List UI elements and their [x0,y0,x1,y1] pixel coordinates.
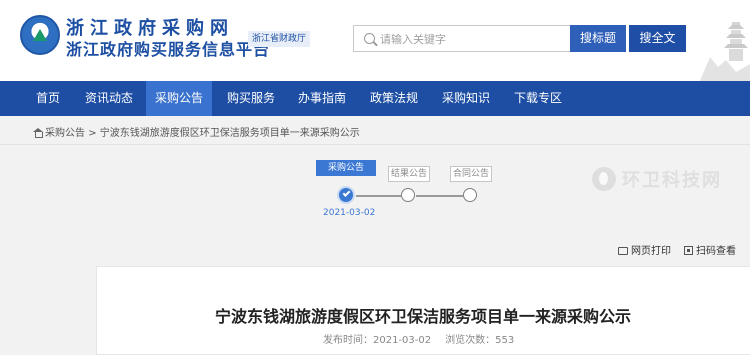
qr-label: 扫码查看 [696,246,736,257]
article-title: 宁波东钱湖旅游度假区环卫保洁服务项目单一来源采购公示 [214,307,631,326]
nav-item-knowledge[interactable]: 采购知识 [434,81,498,116]
nav-item-policy[interactable]: 政策法规 [362,81,426,116]
site-logo-icon[interactable] [20,15,60,55]
watermark-logo-icon [592,167,616,191]
pagoda-decoration-icon [700,22,750,81]
print-label: 网页打印 [631,246,671,257]
search-title-button[interactable]: 搜标题 [570,25,626,52]
step-dot-procurement[interactable] [337,186,355,204]
search-input[interactable] [380,30,560,48]
nav-item-purchase-service[interactable]: 购买服务 [219,81,283,116]
main-nav: 首页 资讯动态 采购公告 购买服务 办事指南 政策法规 采购知识 下载专区 [0,81,750,116]
step-tag-procurement[interactable]: 采购公告 [316,160,376,176]
step-tag-contract[interactable]: 合同公告 [450,166,492,182]
check-icon [342,189,351,197]
qr-view-button[interactable]: 扫码查看 [684,242,736,257]
article-meta: 发布时间：2021-03-02 浏览次数：553 [323,331,518,346]
nav-item-news[interactable]: 资讯动态 [78,81,140,116]
print-page-button[interactable]: 网页打印 [618,242,671,257]
region-badge: 浙江省财政厅 [248,31,311,47]
step-date: 2021-03-02 [323,208,376,218]
search-box [353,25,571,52]
step-dot-result[interactable] [401,188,415,202]
breadcrumb-link-notice[interactable]: 采购公告 [45,128,85,139]
breadcrumb-divider [0,144,750,145]
home-icon [33,128,43,138]
step-tag-result[interactable]: 结果公告 [388,166,430,182]
step-dot-contract[interactable] [463,188,477,202]
step-connector [356,195,401,197]
publish-label: 发布时间： [323,335,373,346]
site-name-secondary[interactable]: 浙江政府购买服务信息平台 [66,36,270,60]
breadcrumb: 采购公告 > 宁波东钱湖旅游度假区环卫保洁服务项目单一来源采购公示 [33,124,360,139]
nav-item-guide[interactable]: 办事指南 [290,81,354,116]
step-connector [416,195,463,197]
nav-item-download[interactable]: 下载专区 [506,81,570,116]
watermark: 环卫科技网 [586,163,732,195]
search-fulltext-button[interactable]: 搜全文 [629,25,686,52]
breadcrumb-separator: > [88,128,97,139]
search-icon [364,33,375,44]
breadcrumb-current: 宁波东钱湖旅游度假区环卫保洁服务项目单一来源采购公示 [99,128,360,139]
views-label: 浏览次数： [445,335,496,346]
printer-icon [618,247,628,255]
nav-item-home[interactable]: 首页 [25,81,71,116]
nav-item-procurement-notice[interactable]: 采购公告 [146,81,212,116]
watermark-text: 环卫科技网 [622,170,722,191]
views-count: 553 [495,335,515,346]
qr-code-icon [684,246,693,255]
site-header: 浙江政府采购网 浙江政府购买服务信息平台 浙江省财政厅 搜标题 搜全文 [0,0,750,81]
publish-date: 2021-03-02 [373,335,432,346]
